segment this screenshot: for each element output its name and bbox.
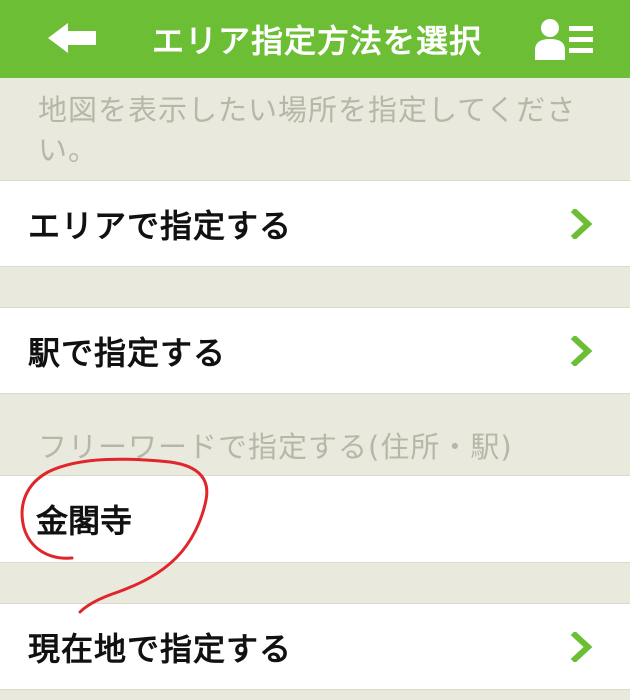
chevron-right-icon — [570, 208, 593, 239]
option-area[interactable]: エリアで指定する — [0, 180, 630, 267]
page: エリア指定方法を選択 地図を表示したい場所を指定してください。 エリアで指定する… — [0, 0, 630, 700]
instruction-text: 地図を表示したい場所を指定してください。 — [38, 93, 577, 167]
option-station[interactable]: 駅で指定する — [0, 307, 630, 394]
user-menu-button[interactable] — [534, 14, 596, 64]
chevron-right-icon — [570, 335, 593, 366]
freeword-input[interactable] — [36, 500, 576, 538]
option-station-label: 駅で指定する — [28, 333, 227, 372]
freeword-field-row[interactable] — [0, 475, 630, 563]
option-current-location[interactable]: 現在地で指定する — [0, 603, 630, 690]
option-current-location-label: 現在地で指定する — [28, 629, 293, 668]
chevron-right-icon — [570, 631, 593, 662]
freeword-section-label: フリーワードで指定する(住所・駅) — [38, 430, 513, 464]
app-header: エリア指定方法を選択 — [0, 0, 630, 78]
user-list-icon — [535, 19, 593, 60]
option-area-label: エリアで指定する — [28, 206, 293, 245]
